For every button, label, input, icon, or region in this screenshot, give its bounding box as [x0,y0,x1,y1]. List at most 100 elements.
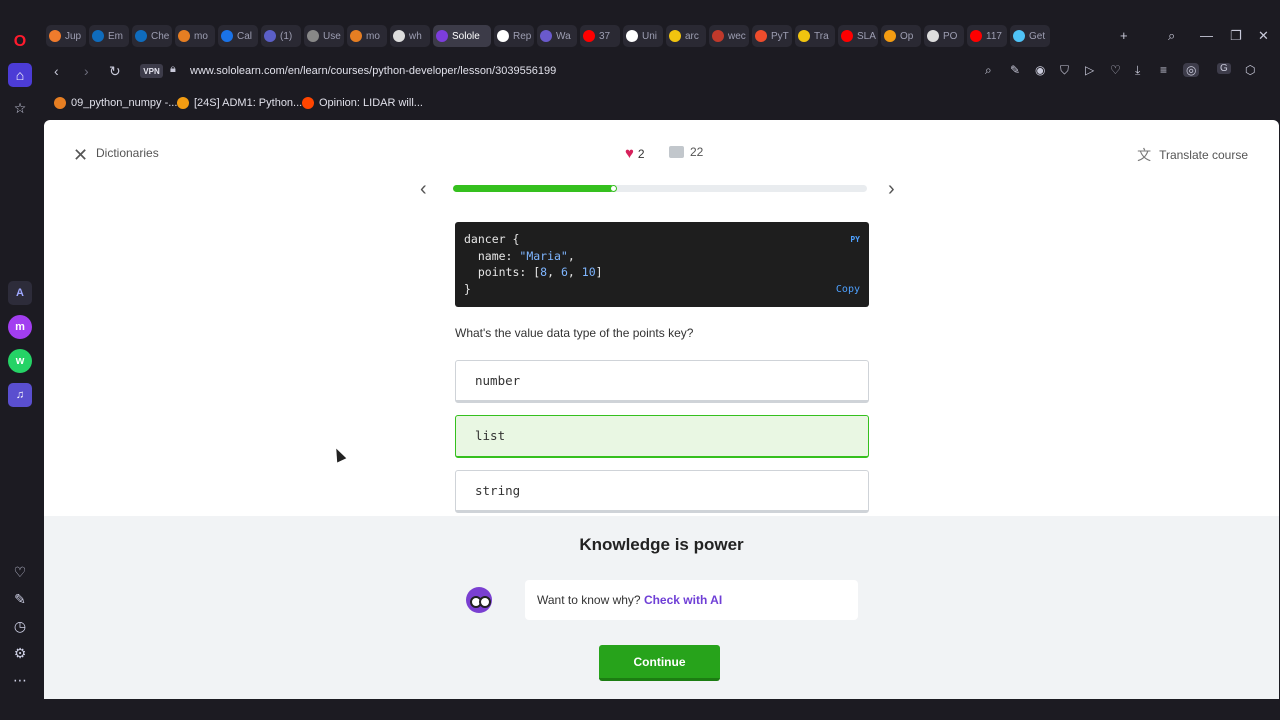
code-content: dancer { name: "Maria", points: [8, 6, 1… [464,232,603,296]
play-icon[interactable]: ▷ [1085,63,1094,77]
more-icon[interactable]: ⋯ [8,668,32,692]
answer-option-string[interactable]: string [455,470,869,513]
profile-icon[interactable]: ◎ [1183,63,1200,77]
new-tab-icon[interactable]: + [1120,28,1128,43]
tab-favicon-icon [221,30,233,42]
tab-label: PO [943,30,958,42]
close-icon[interactable]: ✕ [73,145,88,166]
restore-icon[interactable]: ❐ [1230,28,1242,44]
menu-icon[interactable]: ≡ [1160,63,1167,77]
progress-fill [453,185,618,192]
camera-icon[interactable]: ◉ [1035,63,1045,77]
lesson-title: Dictionaries [96,146,159,160]
messenger-icon[interactable]: m [8,315,32,339]
tab-favicon-icon [712,30,724,42]
answer-option-list[interactable]: list [455,415,869,458]
tab-label: Jup [65,30,82,42]
url-field[interactable]: www.sololearn.com/en/learn/courses/pytho… [190,65,556,77]
home-icon[interactable]: ⌂ [8,63,32,87]
edit-page-icon[interactable]: ✎ [1010,63,1020,77]
continue-button[interactable]: Continue [599,645,720,681]
search-page-icon[interactable]: ⌕ [985,63,992,78]
tab-favicon-icon [583,30,595,42]
bookmark-label: [24S] ADM1: Python... [194,97,303,109]
edit-icon[interactable]: ✎ [8,587,32,611]
tab-label: Che [151,30,170,42]
browser-tab[interactable]: Tra [795,25,835,47]
lesson-progress-bar [453,185,867,192]
tab-favicon-icon [755,30,767,42]
browser-tab[interactable]: 37 [580,25,620,47]
cube-icon[interactable]: ⬡ [1245,63,1255,77]
browser-tab[interactable]: mo [347,25,387,47]
ai-prompt-text: Want to know why? [537,593,644,607]
download-icon[interactable]: ⤓ [1135,63,1140,78]
browser-tab[interactable]: Get [1010,25,1050,47]
tab-search-icon[interactable]: ⌕ [1168,28,1175,44]
browser-tab[interactable]: Cal [218,25,258,47]
extension-g-icon[interactable]: G [1217,63,1231,74]
bookmark-item[interactable]: Opinion: LIDAR will... [302,97,423,109]
browser-tab[interactable]: Op [881,25,921,47]
browser-tab[interactable]: mo [175,25,215,47]
opera-logo-icon[interactable]: O [8,30,32,54]
browser-tab[interactable]: 117 [967,25,1007,47]
star-icon[interactable]: ☆ [8,96,32,120]
tab-favicon-icon [92,30,104,42]
browser-tab[interactable]: Uni [623,25,663,47]
bookmarks-bar: 09_python_numpy -... [24S] ADM1: Python..… [40,92,1280,116]
vpn-badge[interactable]: VPN [140,64,163,78]
browser-tab[interactable]: (1) [261,25,301,47]
question-text: What's the value data type of the points… [455,326,694,340]
close-window-icon[interactable]: ✕ [1258,28,1269,44]
browser-tab[interactable]: arc [666,25,706,47]
opera-sidebar: O ⌂ ☆ A m w ♫ ♡ ✎ ◷ ⚙ ⋯ [0,20,40,700]
comment-icon [669,146,684,158]
bookmark-label: Opinion: LIDAR will... [319,97,423,109]
next-chevron-icon[interactable]: › [888,178,895,201]
shield-icon[interactable]: ⛉ [1060,63,1069,78]
browser-tab[interactable]: wec [709,25,749,47]
forward-icon[interactable]: › [84,63,89,79]
minimize-icon[interactable]: — [1200,28,1213,43]
browser-tab[interactable]: Use [304,25,344,47]
tab-label: 117 [986,30,1002,42]
answer-option-number[interactable]: number [455,360,869,403]
translate-course-button[interactable]: 文 Translate course [1137,145,1248,165]
heart-outline-icon[interactable]: ♡ [1110,63,1121,77]
comments-button[interactable]: 22 [669,145,703,159]
aria-icon[interactable]: A [8,281,32,305]
tab-label: Em [108,30,123,42]
translate-label: Translate course [1159,148,1248,162]
tab-favicon-icon [884,30,896,42]
browser-tab[interactable]: Em [89,25,129,47]
browser-tab[interactable]: wh [390,25,430,47]
whatsapp-icon[interactable]: w [8,349,32,373]
browser-tab[interactable]: Wa [537,25,577,47]
bookmark-item[interactable]: 09_python_numpy -... [54,97,177,109]
tab-label: mo [194,30,208,42]
reload-icon[interactable]: ↻ [109,63,121,80]
tab-label: SLA [857,30,876,42]
player-icon[interactable]: ♫ [8,383,32,407]
lock-icon[interactable]: 🔒︎ [170,63,176,76]
prev-chevron-icon[interactable]: ‹ [420,178,427,201]
back-icon[interactable]: ‹ [54,63,59,79]
tab-favicon-icon [350,30,362,42]
settings-icon[interactable]: ⚙ [8,641,32,665]
browser-tab[interactable]: Solole [433,25,491,47]
copy-code-button[interactable]: Copy [836,282,860,299]
hearts-counter[interactable]: ♥ 2 [625,145,645,162]
tab-favicon-icon [798,30,810,42]
heart-icon[interactable]: ♡ [8,560,32,584]
browser-tab[interactable]: PyT [752,25,792,47]
address-bar: ‹ › ↻ VPN 🔒︎ www.sololearn.com/en/learn/… [40,54,1280,88]
browser-tab[interactable]: Rep [494,25,534,47]
bookmark-item[interactable]: [24S] ADM1: Python... [177,97,302,109]
browser-tab[interactable]: PO [924,25,964,47]
browser-tab[interactable]: Che [132,25,172,47]
browser-tab[interactable]: SLA [838,25,878,47]
check-with-ai-link[interactable]: Check with AI [644,593,722,607]
browser-tab[interactable]: Jup [46,25,86,47]
history-icon[interactable]: ◷ [8,614,32,638]
